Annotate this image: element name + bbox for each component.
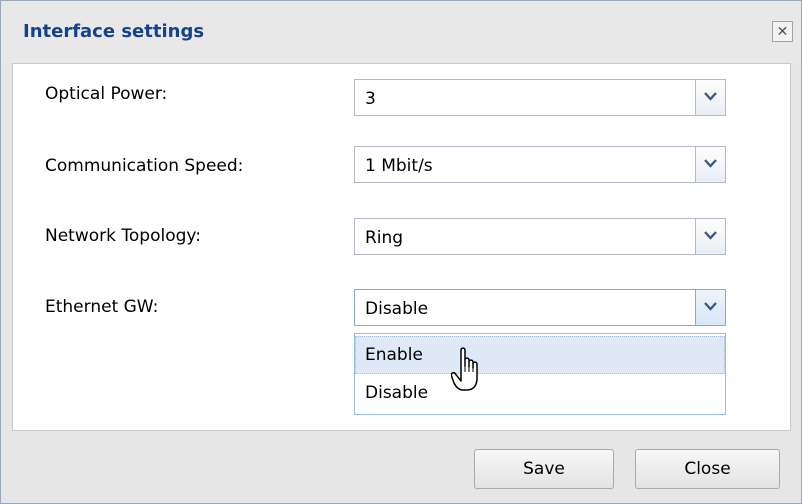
communication-speed-dropdown-button[interactable]: [695, 147, 725, 182]
optical-power-value: 3: [365, 89, 376, 109]
hand-cursor-icon: [451, 347, 478, 391]
network-topology-select[interactable]: Ring: [354, 218, 726, 255]
network-topology-value: Ring: [365, 228, 404, 248]
chevron-down-icon: [704, 159, 717, 168]
ethernet-gw-options-list: Enable Disable: [354, 333, 726, 415]
ethernet-gw-dropdown-button[interactable]: [695, 290, 725, 325]
dialog-titlebar: Interface settings ✕: [1, 1, 801, 63]
ethernet-gw-select[interactable]: Disable: [354, 289, 726, 326]
save-button[interactable]: Save: [474, 449, 614, 489]
ethernet-gw-label: Ethernet GW:: [45, 297, 159, 317]
ethernet-gw-value: Disable: [365, 299, 429, 319]
chevron-down-icon: [704, 302, 717, 311]
optical-power-label: Optical Power:: [45, 84, 168, 104]
optical-power-dropdown-button[interactable]: [695, 80, 725, 115]
interface-settings-dialog: Interface settings ✕ Optical Power: 3 Co…: [0, 0, 802, 504]
chevron-down-icon: [704, 231, 717, 240]
close-icon[interactable]: ✕: [772, 21, 793, 42]
option-disable[interactable]: Disable: [355, 374, 725, 412]
communication-speed-label: Communication Speed:: [45, 156, 244, 176]
network-topology-dropdown-button[interactable]: [695, 219, 725, 254]
optical-power-select[interactable]: 3: [354, 79, 726, 116]
communication-speed-select[interactable]: 1 Mbit/s: [354, 146, 726, 183]
dialog-title: Interface settings: [23, 21, 205, 42]
close-button[interactable]: Close: [635, 449, 780, 489]
network-topology-label: Network Topology:: [45, 226, 201, 246]
chevron-down-icon: [704, 92, 717, 101]
option-enable[interactable]: Enable: [355, 336, 725, 374]
communication-speed-value: 1 Mbit/s: [365, 156, 433, 176]
